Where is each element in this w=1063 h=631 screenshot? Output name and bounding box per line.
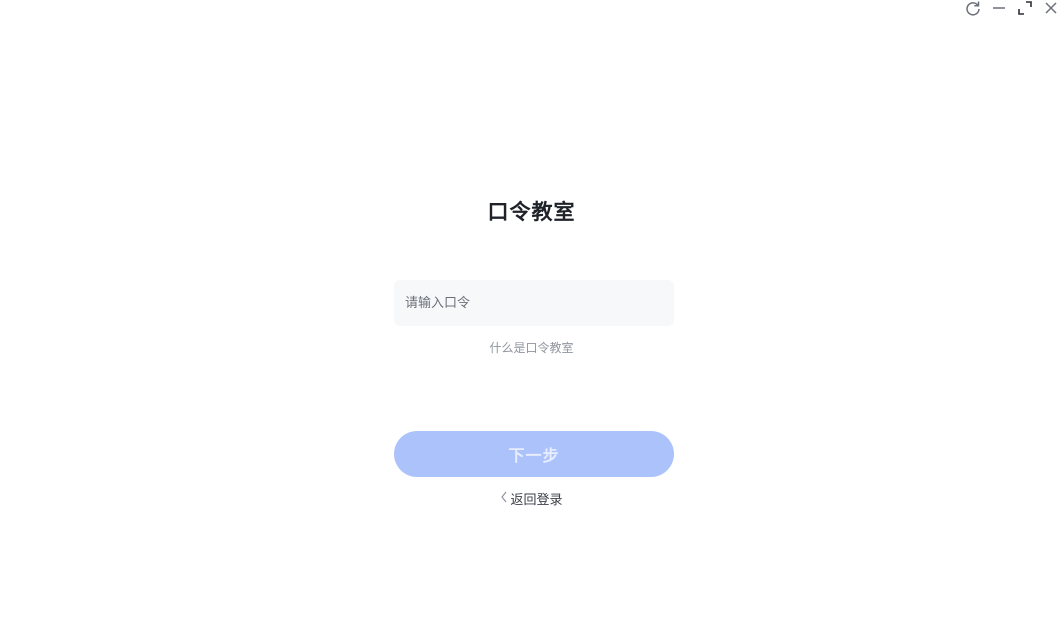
- page-title: 口令教室: [487, 200, 576, 224]
- window-controls: [965, 0, 1059, 16]
- next-step-button[interactable]: 下一步: [394, 431, 674, 477]
- close-icon[interactable]: [1043, 0, 1059, 16]
- maximize-icon[interactable]: [1017, 0, 1033, 16]
- login-window: 口令教室 什么是口令教室 下一步 返回登录: [0, 0, 1063, 631]
- back-to-login-link[interactable]: 返回登录: [500, 489, 563, 508]
- help-link-container: 什么是口令教室: [0, 339, 1063, 356]
- chevron-left-icon: [500, 491, 508, 507]
- what-is-password-class-link[interactable]: 什么是口令教室: [489, 341, 573, 355]
- back-to-login-label: 返回登录: [510, 493, 563, 508]
- password-input[interactable]: [394, 280, 674, 326]
- minimize-icon[interactable]: [991, 0, 1007, 16]
- back-link-container: 返回登录: [0, 489, 1063, 508]
- refresh-icon[interactable]: [965, 0, 981, 16]
